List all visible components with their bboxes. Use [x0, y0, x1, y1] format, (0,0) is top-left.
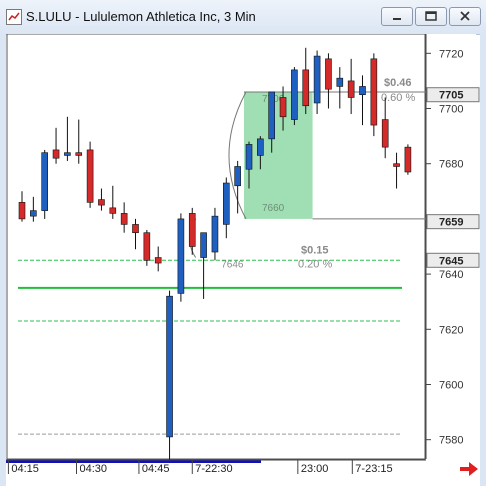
candle-down — [109, 207, 117, 214]
candle-up — [64, 152, 71, 156]
candle-down — [381, 119, 389, 148]
candle-down — [154, 257, 162, 264]
candle-up — [234, 166, 241, 187]
price-label: 7659 — [439, 217, 463, 229]
measure-pct-label: 0.60 % — [381, 92, 415, 104]
price-label: 7705 — [439, 90, 463, 102]
candle-up — [313, 55, 321, 104]
x-tick-label: 7-23:15 — [355, 463, 392, 475]
candle-up — [245, 144, 253, 170]
x-tick-label: 7-22:30 — [195, 463, 232, 475]
candle-down — [18, 202, 26, 220]
candle-up — [336, 77, 344, 87]
candle-down — [302, 69, 310, 107]
close-button[interactable] — [449, 7, 481, 26]
x-tick-label: 04:30 — [80, 463, 108, 475]
y-tick-label: 7720 — [439, 48, 463, 60]
candle-up — [359, 86, 366, 96]
candle-up — [223, 182, 230, 225]
candle-down — [404, 146, 412, 173]
candle-down — [132, 224, 139, 234]
candle-down — [393, 163, 400, 167]
y-tick-label: 7700 — [439, 104, 463, 116]
restore-icon — [425, 11, 437, 21]
candle-down — [98, 199, 105, 206]
candle-up — [177, 218, 185, 294]
y-tick-label: 7640 — [439, 269, 463, 281]
candle-up — [30, 210, 37, 217]
y-tick-label: 7600 — [439, 379, 463, 391]
measure-change-label: $0.15 — [301, 245, 329, 257]
x-tick-label: 23:00 — [301, 463, 329, 475]
candle-down — [52, 149, 60, 159]
candle-down — [75, 152, 83, 156]
minimize-button[interactable] — [381, 7, 413, 26]
y-tick-label: 7680 — [439, 159, 463, 171]
candle-down — [120, 213, 128, 225]
x-tick-label: 04:15 — [11, 463, 39, 475]
candle-down — [325, 58, 332, 90]
window-title: S.LULU - Lululemon Athletica Inc, 3 Min — [26, 9, 256, 24]
candle-down — [188, 213, 196, 247]
candle-up — [166, 295, 173, 438]
candlestick-chart[interactable]: 77067660$0.460.60 %7646$0.150.20 %758076… — [6, 34, 480, 486]
candle-up — [211, 215, 219, 253]
candle-down — [279, 97, 287, 118]
minimize-icon — [393, 18, 401, 20]
y-tick-label: 7620 — [439, 324, 463, 336]
candle-down — [143, 232, 151, 261]
restore-button[interactable] — [415, 7, 447, 26]
candle-down — [86, 149, 94, 203]
candle-up — [41, 152, 49, 211]
price-label: 7645 — [439, 255, 463, 267]
measure-low-label: 7646 — [221, 260, 244, 271]
x-tick-label: 04:45 — [142, 463, 170, 475]
app-icon — [6, 9, 22, 25]
scroll-right-arrow-icon[interactable] — [459, 461, 479, 477]
measure-pct-label: 0.20 % — [298, 259, 332, 271]
measure-change-label: $0.46 — [384, 77, 412, 89]
candle-up — [291, 69, 298, 120]
candle-up — [268, 91, 276, 140]
candle-down — [347, 80, 355, 98]
candle-up — [200, 232, 207, 258]
measure-box-fill — [243, 91, 313, 219]
close-icon — [460, 11, 470, 21]
measure-low-label: 7660 — [262, 203, 285, 214]
window-frame-right — [480, 34, 486, 486]
candle-down — [370, 58, 378, 126]
candle-up — [257, 138, 264, 156]
y-tick-label: 7580 — [439, 435, 463, 447]
title-bar[interactable]: S.LULU - Lululemon Athletica Inc, 3 Min — [0, 0, 486, 35]
